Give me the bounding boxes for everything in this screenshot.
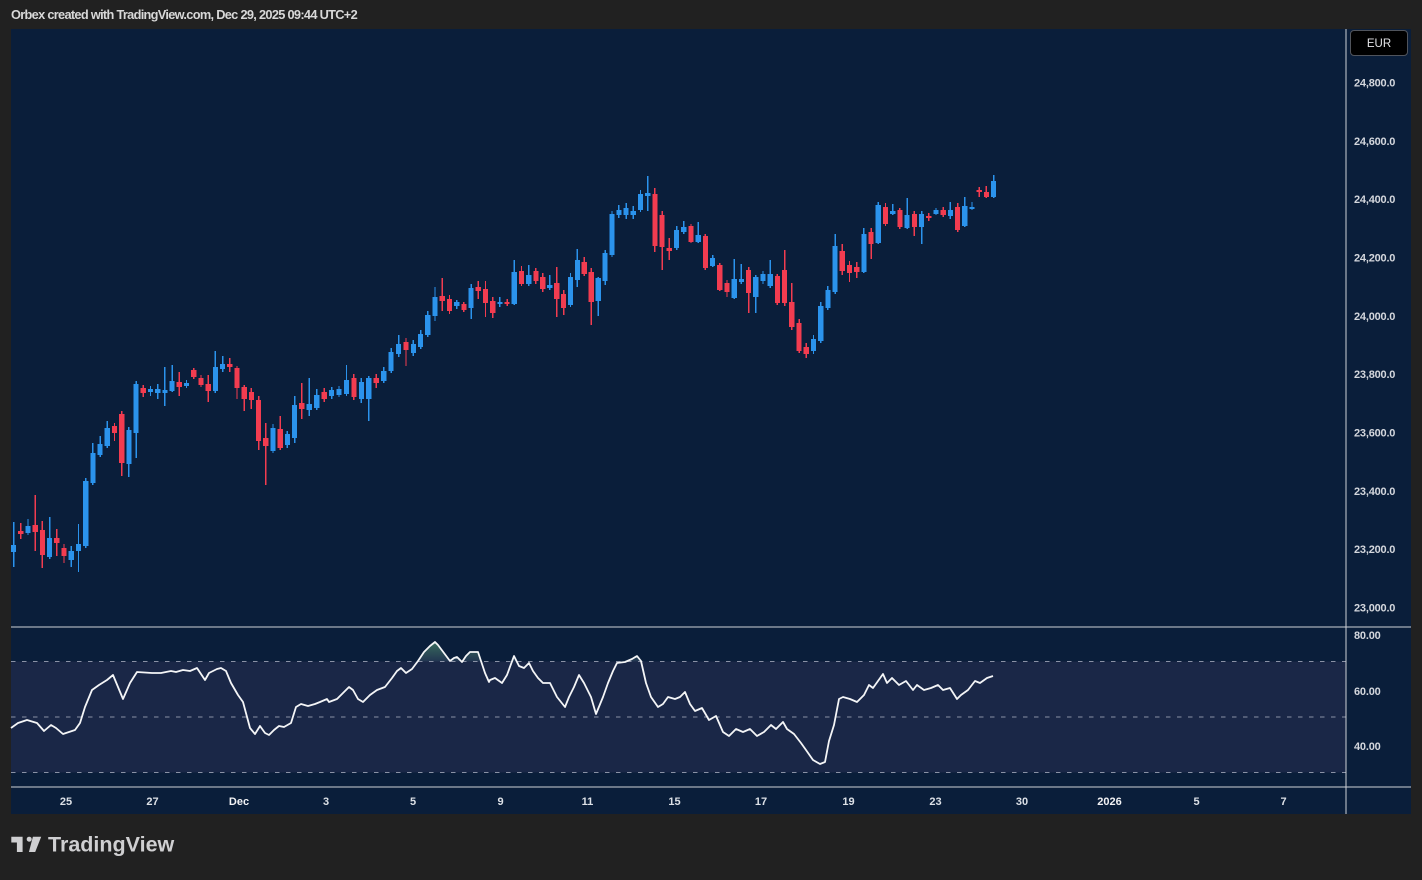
svg-text:23,600.0: 23,600.0 [1354,428,1395,440]
svg-text:23,800.0: 23,800.0 [1354,369,1395,381]
svg-text:2026: 2026 [1097,796,1121,808]
svg-text:11: 11 [582,796,594,808]
svg-text:Dec: Dec [229,796,249,808]
svg-text:24,200.0: 24,200.0 [1354,253,1395,265]
svg-text:TradingView: TradingView [48,833,175,857]
svg-text:9: 9 [497,796,503,808]
svg-text:27: 27 [146,796,158,808]
svg-text:Orbex created with TradingView: Orbex created with TradingView.com, Dec … [11,7,358,22]
svg-text:19: 19 [842,796,854,808]
svg-text:15: 15 [668,796,680,808]
svg-text:23,200.0: 23,200.0 [1354,544,1395,556]
svg-text:23,400.0: 23,400.0 [1354,486,1395,498]
svg-text:3: 3 [323,796,329,808]
svg-text:24,400.0: 24,400.0 [1354,194,1395,206]
svg-text:EUR: EUR [1367,38,1391,50]
svg-text:5: 5 [1193,796,1199,808]
svg-text:80.00: 80.00 [1354,630,1381,642]
svg-text:30: 30 [1016,796,1028,808]
svg-text:23: 23 [929,796,941,808]
svg-text:5: 5 [410,796,416,808]
svg-text:23,000.0: 23,000.0 [1354,603,1395,615]
svg-text:25: 25 [60,796,72,808]
svg-text:7: 7 [1280,796,1286,808]
svg-text:24,800.0: 24,800.0 [1354,78,1395,90]
svg-text:60.00: 60.00 [1354,686,1381,698]
svg-text:24,600.0: 24,600.0 [1354,136,1395,148]
svg-text:24,000.0: 24,000.0 [1354,311,1395,323]
svg-text:17: 17 [755,796,767,808]
svg-text:40.00: 40.00 [1354,741,1381,753]
